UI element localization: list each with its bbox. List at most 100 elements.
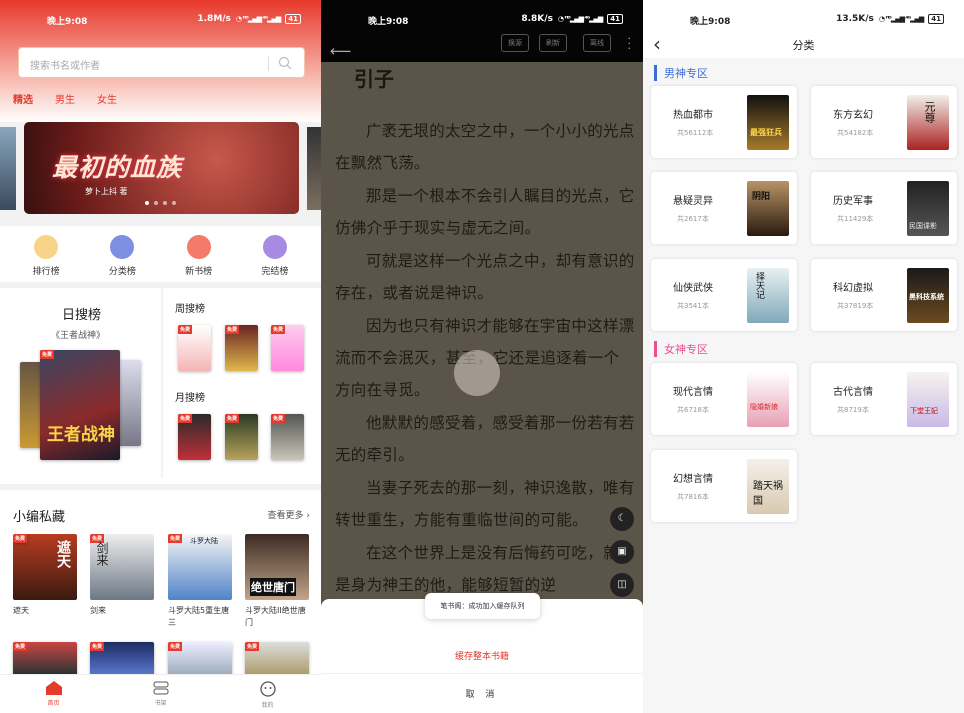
profile-icon — [259, 681, 276, 697]
book-card[interactable]: 免费 斗罗大陆 斗罗大陆5重生唐三 — [168, 534, 232, 629]
page-header: ‹ 分类 — [643, 32, 964, 58]
battery-icon: 41 — [285, 14, 301, 24]
settings-icon[interactable]: ◫ — [610, 573, 634, 597]
weekly-book-cover[interactable]: 免费 — [271, 325, 304, 371]
search-input[interactable]: 搜索书名或作者 — [18, 47, 305, 78]
category-card[interactable]: 热血都市 共56112本 最强狂兵 — [651, 86, 797, 158]
book-card[interactable]: 免费 — [90, 642, 154, 676]
bookshelf-icon — [153, 681, 168, 695]
more-vert-icon[interactable]: · · · — [628, 33, 632, 54]
daily-rank-title[interactable]: 日搜榜 — [62, 304, 101, 323]
daily-rank-book: 《王者战神》 — [51, 331, 106, 341]
category-screen: 晚上9:08 13.5K/s ◔ ᴴᴰ▂▄▆ ⁴ᴳ▂▄▆ 41 ‹ 分类 男神专… — [643, 0, 964, 713]
daily-rank-covers[interactable]: 免费 王者战神 — [20, 350, 144, 460]
book-card[interactable]: 免费 — [13, 642, 77, 676]
cancel-button[interactable]: 取 消 — [321, 687, 643, 700]
quick-finished[interactable]: 完结榜 — [245, 226, 305, 282]
cache-whole-book-button[interactable]: 缓存整本书籍 — [321, 649, 643, 662]
banner-author: 萝卜上抖 著 — [85, 187, 128, 196]
tab-male[interactable]: 男生 — [55, 91, 75, 106]
search-placeholder: 搜索书名或作者 — [30, 61, 100, 72]
carousel-prev-peek[interactable] — [0, 127, 16, 210]
weekly-book-cover[interactable]: 免费 — [225, 325, 258, 371]
book-card[interactable]: 绝世唐门 斗罗大陆II绝世唐门 — [245, 534, 309, 629]
offline-button[interactable]: 离线 — [583, 34, 611, 52]
network-speed: 13.5K/s — [836, 14, 874, 24]
male-zone-title: 男神专区 — [654, 65, 708, 81]
paragraph: 广袤无垠的太空之中，一个小小的光点在飘然飞荡。 — [335, 122, 635, 172]
banner-title: 最初的血族 — [52, 153, 183, 182]
channel-tabs: 精选 男生 女生 — [13, 91, 117, 106]
nav-bookshelf[interactable]: 书架 — [131, 675, 191, 713]
monthly-book-cover[interactable]: 免费 — [225, 414, 258, 460]
view-more-link[interactable]: 查看更多 › — [268, 508, 311, 521]
toast-message: 笔书阁：成功加入缓存队列 — [425, 593, 540, 619]
back-arrow-icon[interactable]: ⟵ — [330, 42, 352, 60]
crown-icon — [34, 235, 59, 259]
female-zone-title: 女神专区 — [654, 341, 708, 357]
home-icon — [45, 681, 62, 695]
editor-picks-title: 小编私藏 — [13, 510, 66, 525]
status-bar: 晚上9:08 1.8M/s ◔ ᴴᴰ▂▄▆ ⁴ᴳ▂▄▆ 41 — [0, 0, 321, 38]
chevron-right-icon: › — [306, 511, 310, 521]
editor-picks-section: 小编私藏 查看更多 › 免费 遮天 遮天 免费 剑来 剑来 免费 斗罗大陆 斗罗大陆5… — [0, 490, 321, 680]
book-card[interactable]: 免费 — [245, 642, 309, 676]
book-name: 剑来 — [90, 606, 106, 615]
heart-icon — [262, 235, 287, 259]
carousel-next-peek[interactable] — [307, 127, 321, 210]
bottom-navigation: 首页 书架 我的 — [0, 674, 321, 713]
grid-icon — [110, 235, 135, 259]
page-title: 分类 — [792, 39, 815, 52]
tab-selected[interactable]: 精选 — [13, 91, 33, 106]
weekly-rank-title[interactable]: 周搜榜 — [175, 300, 205, 315]
rank-section: 日搜榜 《王者战神》 免费 王者战神 周搜榜 免费 免费 免费 月搜榜 免费 免… — [0, 288, 321, 484]
flame-icon — [186, 235, 211, 259]
book-name: 斗罗大陆II绝世唐门 — [245, 606, 306, 627]
monthly-book-cover[interactable]: 免费 — [178, 414, 211, 460]
signal-icon: ◔ ᴴᴰ▂▄▆ ⁴ᴳ▂▄▆ — [878, 15, 924, 23]
monthly-book-cover[interactable]: 免费 — [271, 414, 304, 460]
status-bar: 晚上9:08 8.8K/s ◔ ᴴᴰ▂▄▆ ⁴ᴳ▂▄▆ 41 — [321, 0, 643, 38]
category-card[interactable]: 历史军事 共11429本 民国谍影 — [811, 172, 957, 244]
status-time: 晚上9:08 — [47, 17, 88, 27]
book-name: 遮天 — [13, 606, 29, 615]
quick-category[interactable]: 分类榜 — [92, 226, 152, 282]
category-card[interactable]: 仙侠武侠 共3541本 择天记 — [651, 259, 797, 331]
change-source-button[interactable]: 换源 — [501, 34, 529, 52]
monthly-rank-title[interactable]: 月搜榜 — [175, 389, 205, 404]
tab-female[interactable]: 女生 — [97, 91, 117, 106]
category-card[interactable]: 现代言情 共6718本 隐婚新娘 — [651, 363, 797, 435]
status-time: 晚上9:08 — [690, 17, 731, 27]
floating-menu-button[interactable] — [454, 350, 500, 396]
paragraph: 在这个世界上是没有后悔药可吃，就算是身为神王的他，能够短暂的逆 — [335, 544, 635, 594]
paragraph: 他默默的感受着，感受着那一份若有若无的牵引。 — [335, 414, 635, 464]
category-card[interactable]: 东方玄幻 共54182本 元尊 — [811, 86, 957, 158]
signal-icon: ◔ ᴴᴰ▂▄▆ ⁴ᴳ▂▄▆ — [235, 15, 281, 23]
refresh-button[interactable]: 刷新 — [539, 34, 567, 52]
nav-home[interactable]: 首页 — [24, 675, 84, 713]
bookstore-home-screen: 晚上9:08 1.8M/s ◔ ᴴᴰ▂▄▆ ⁴ᴳ▂▄▆ 41 搜索书名或作者 精… — [0, 0, 321, 713]
quick-ranking[interactable]: 排行榜 — [16, 226, 76, 282]
network-speed: 1.8M/s — [197, 14, 231, 24]
night-mode-icon[interactable]: ☾ — [610, 507, 634, 531]
book-card[interactable]: 免费 — [168, 642, 232, 676]
banner-carousel[interactable]: 最初的血族 萝卜上抖 著 — [24, 122, 299, 214]
battery-icon: 41 — [928, 14, 944, 24]
chapter-title: 引子 — [354, 67, 394, 91]
nav-profile[interactable]: 我的 — [238, 675, 298, 713]
search-icon[interactable] — [278, 56, 292, 70]
category-card[interactable]: 悬疑灵异 共2617本 阴阳 — [651, 172, 797, 244]
cache-bottom-sheet: 笔书阁：成功加入缓存队列 缓存整本书籍 取 消 — [321, 593, 643, 713]
network-speed: 8.8K/s — [521, 14, 553, 24]
book-card[interactable]: 免费 剑来 剑来 — [90, 534, 154, 617]
status-time: 晚上9:08 — [368, 17, 409, 27]
category-card[interactable]: 幻想言情 共7816本 踏天祸国 — [651, 450, 797, 522]
book-card[interactable]: 免费 遮天 遮天 — [13, 534, 77, 617]
weekly-book-cover[interactable]: 免费 — [178, 325, 211, 371]
category-card[interactable]: 科幻虚拟 共37819本 黑科技系统 — [811, 259, 957, 331]
quick-entry-row: 排行榜 分类榜 新书榜 完结榜 — [0, 226, 321, 282]
quick-new-books[interactable]: 新书榜 — [169, 226, 229, 282]
category-card[interactable]: 古代言情 共8719本 下堂王妃 — [811, 363, 957, 435]
comment-icon[interactable]: ▣ — [610, 540, 634, 564]
paragraph: 当妻子死去的那一刻，神识逸散，唯有转世重生，方能有重临世间的可能。 — [335, 479, 635, 529]
